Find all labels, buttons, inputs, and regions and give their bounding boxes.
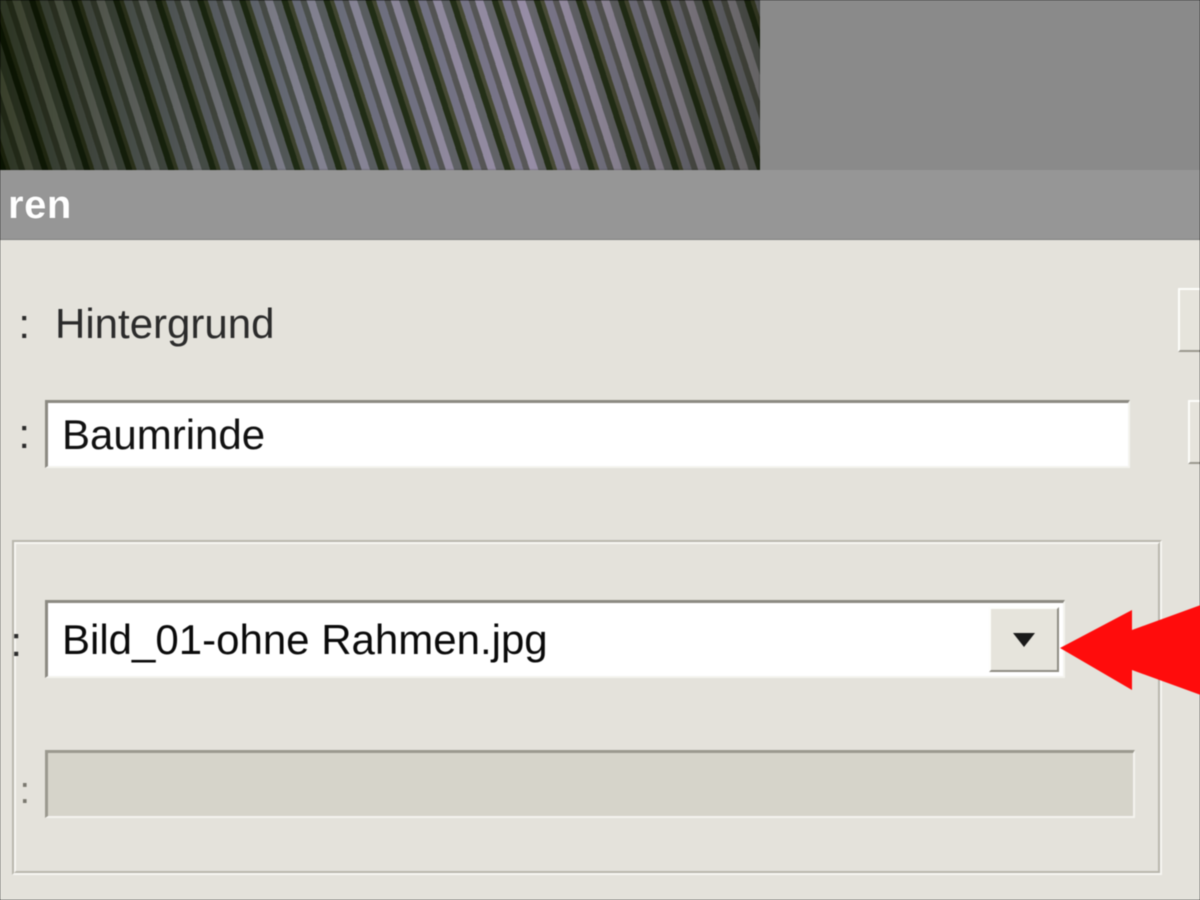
document-dropdown[interactable]: Bild_01-ohne Rahmen.jpg — [45, 600, 1065, 678]
dialog-button-stub-1[interactable] — [1178, 288, 1200, 352]
chevron-down-icon — [1013, 633, 1035, 647]
background-label-fragment: : — [0, 300, 30, 348]
image-preview-area — [0, 0, 1200, 170]
document-label-fragment: : — [0, 618, 22, 666]
pattern-name-input[interactable]: Baumrinde — [45, 400, 1130, 468]
dialog-title-text: ren — [8, 183, 72, 227]
secondary-label-fragment: : — [0, 770, 26, 813]
document-dropdown-button[interactable] — [989, 607, 1059, 672]
image-thumbnail — [0, 0, 760, 170]
pattern-name-input-text: Baumrinde — [62, 411, 265, 458]
dialog-button-stub-2[interactable] — [1188, 400, 1200, 464]
destination-groupbox — [12, 540, 1162, 875]
dialog-body: : Hintergrund : Baumrinde : Bild_01-ohne… — [0, 240, 1200, 900]
dialog-titlebar: ren — [0, 170, 1200, 240]
background-value: Hintergrund — [55, 300, 274, 348]
image-preview-background — [760, 0, 1200, 170]
secondary-input-disabled — [45, 750, 1135, 818]
name-label-fragment: : — [0, 410, 30, 458]
document-dropdown-selected: Bild_01-ohne Rahmen.jpg — [48, 616, 985, 664]
